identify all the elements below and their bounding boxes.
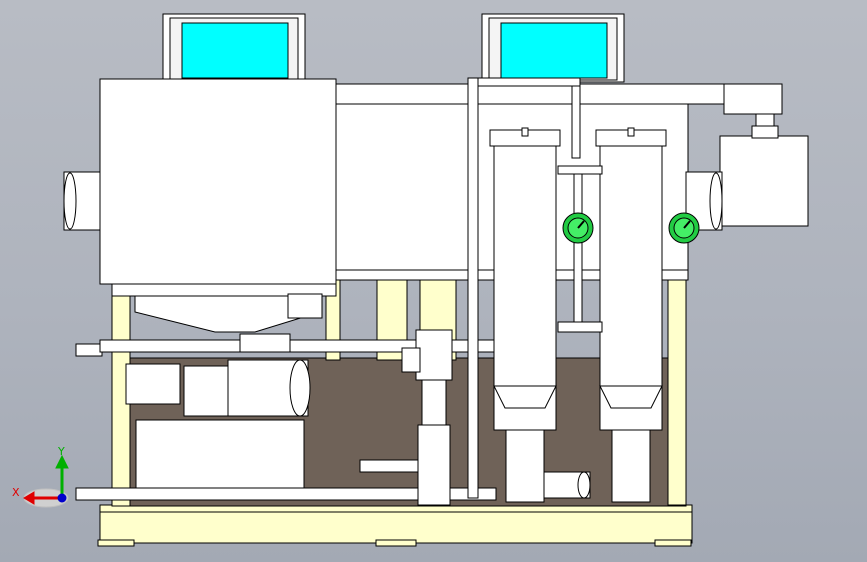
valve-housing [543, 471, 591, 499]
axis-triad-icon: Y X [12, 445, 69, 508]
pressure-gauge-icon [668, 212, 700, 244]
display-left [162, 13, 306, 83]
axis-y-label: Y [57, 445, 65, 458]
display-screen-icon [500, 22, 608, 79]
axis-x-label: X [12, 486, 20, 499]
main-cabinet [63, 78, 689, 285]
pressure-gauge-icon [562, 212, 594, 244]
base-skid [97, 504, 693, 547]
hopper [111, 283, 337, 333]
assembly-front-view[interactable]: Y X [0, 0, 867, 562]
cad-viewport[interactable]: Y X [0, 0, 867, 562]
tank [131, 419, 309, 499]
side-box [685, 125, 809, 231]
display-screen-icon [181, 22, 289, 79]
display-right [481, 13, 625, 83]
